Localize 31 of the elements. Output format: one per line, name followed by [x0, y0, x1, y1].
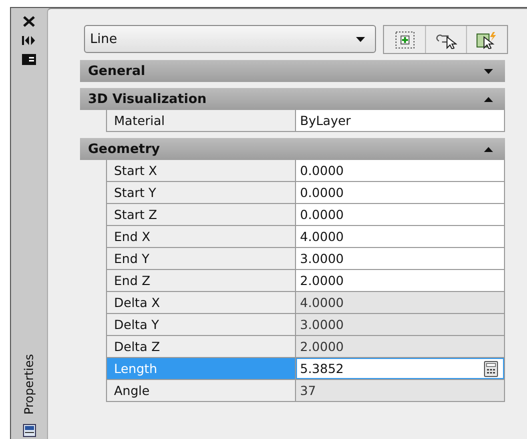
auto-hide-icon[interactable]	[22, 36, 36, 45]
close-icon[interactable]	[23, 16, 35, 27]
quick-select-icon	[476, 30, 498, 48]
property-value[interactable]: 0.0000	[296, 160, 504, 181]
property-value[interactable]: 4.0000	[296, 226, 504, 247]
palette-icon[interactable]	[22, 424, 36, 437]
section-title: Geometry	[88, 142, 160, 156]
property-value[interactable]: ByLayer	[296, 110, 504, 131]
property-value[interactable]: 2.0000	[296, 270, 504, 291]
property-value[interactable]: 3.0000	[296, 248, 504, 269]
section-header[interactable]: Geometry	[80, 138, 505, 160]
property-value[interactable]: 2.0000	[296, 336, 504, 357]
property-value[interactable]: 4.0000	[296, 292, 504, 313]
properties-menu-icon[interactable]	[22, 54, 36, 65]
property-value[interactable]: 0.0000	[296, 182, 504, 203]
section-header[interactable]: 3D Visualization	[80, 88, 505, 110]
property-value[interactable]: 5.3852	[296, 358, 504, 379]
section-title: 3D Visualization	[88, 92, 207, 106]
property-value[interactable]: 0.0000	[296, 204, 504, 225]
calculator-icon[interactable]	[484, 360, 498, 376]
object-type-dropdown[interactable]: Line	[84, 25, 376, 53]
collapse-icon[interactable]	[484, 146, 493, 152]
pickadd-icon	[394, 30, 414, 48]
section-title: General	[88, 64, 146, 78]
properties-tab[interactable]: Properties	[22, 354, 36, 415]
property-value[interactable]: 3.0000	[296, 314, 504, 335]
collapse-icon[interactable]	[484, 96, 493, 102]
section-header[interactable]: General	[80, 60, 505, 82]
property-value[interactable]: 37	[296, 380, 504, 401]
expand-icon[interactable]	[484, 68, 493, 74]
dropdown-arrow-icon[interactable]	[356, 36, 365, 42]
